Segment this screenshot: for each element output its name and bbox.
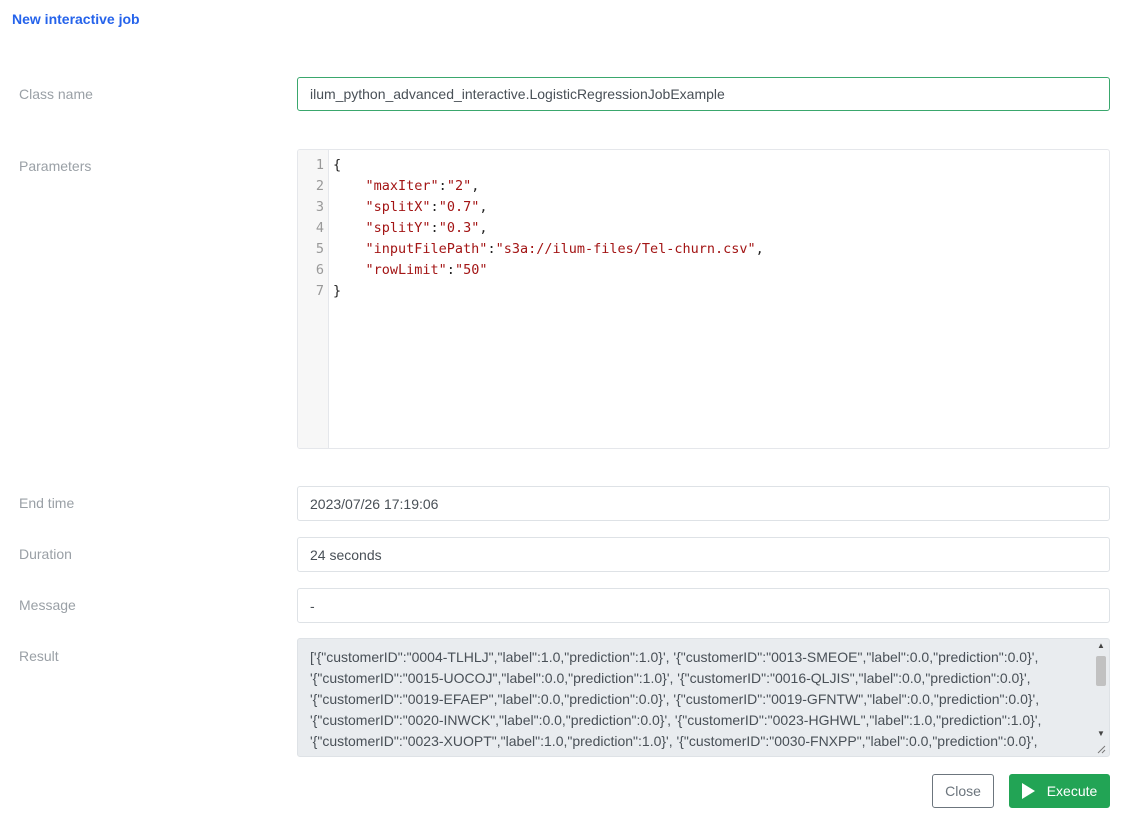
line-number: 5 [315,241,324,257]
close-button[interactable]: Close [932,774,994,808]
page-title: New interactive job [12,11,140,27]
end-time-field[interactable]: 2023/07/26 17:19:06 [297,486,1110,521]
code-token-key: "rowLimit" [365,262,447,278]
code-token-key: "maxIter" [365,178,439,194]
code-token-pre [333,262,366,278]
code-token-sep: : [446,262,455,278]
duration-value: 24 seconds [310,546,382,563]
message-value: - [310,597,315,614]
result-text: ['{"customerID":"0004-TLHLJ","label":1.0… [310,649,1042,756]
resize-grip-icon[interactable] [1096,744,1106,754]
code-line: "maxIter":"2", [333,178,480,194]
code-line: "splitY":"0.3", [333,220,488,236]
result-textarea[interactable]: ['{"customerID":"0004-TLHLJ","label":1.0… [297,638,1110,757]
code-line: { [333,157,341,173]
code-token-key: "splitX" [365,199,431,215]
code-line: "inputFilePath":"s3a://ilum-files/Tel-ch… [333,241,764,257]
code-token-sep: : [438,178,447,194]
code-token-post: , [479,199,488,215]
code-token-sep: : [487,241,496,257]
parameters-label: Parameters [19,158,92,174]
code-token-pre [333,241,366,257]
execute-button-label: Execute [1046,783,1098,799]
class-name-value: ilum_python_advanced_interactive.Logisti… [310,86,725,102]
code-token-key: "inputFilePath" [365,241,488,257]
code-token-sep: : [430,220,439,236]
execute-button[interactable]: Execute [1009,774,1110,808]
result-label: Result [19,648,59,664]
code-token-pre [333,178,366,194]
code-token-val: "0.3" [438,220,480,236]
duration-label: Duration [19,546,72,562]
play-icon [1021,783,1035,799]
close-button-label: Close [945,783,981,799]
code-line: "splitX":"0.7", [333,199,488,215]
line-number: 6 [315,262,324,278]
code-line: } [333,283,341,299]
class-name-input[interactable]: ilum_python_advanced_interactive.Logisti… [297,77,1110,111]
code-token-pre [333,199,366,215]
code-token-pre: } [333,283,342,299]
code-token-val: "50" [454,262,488,278]
arrow-down-icon[interactable]: ▼ [1095,729,1107,739]
line-number: 7 [315,283,324,299]
message-label: Message [19,597,76,613]
arrow-up-icon[interactable]: ▲ [1095,641,1107,651]
code-token-post: , [479,220,488,236]
end-time-value: 2023/07/26 17:19:06 [310,495,439,512]
line-number: 4 [315,220,324,236]
class-name-label: Class name [19,86,93,102]
code-token-val: "0.7" [438,199,480,215]
scrollbar-thumb[interactable] [1096,656,1106,686]
code-token-pre [333,220,366,236]
code-token-sep: : [430,199,439,215]
code-token-val: "s3a://ilum-files/Tel-churn.csv" [495,241,756,257]
code-token-val: "2" [446,178,472,194]
line-number: 1 [315,157,324,173]
line-number: 2 [315,178,324,194]
end-time-label: End time [19,495,75,511]
code-line: "rowLimit":"50" [333,262,488,278]
line-number-gutter: 1 2 3 4 5 6 7 [298,150,329,448]
result-scrollbar[interactable]: ▲ ▼ [1095,641,1107,755]
message-field[interactable]: - [297,588,1110,623]
parameters-code-editor[interactable]: 1234567 { "maxIter":"2", "splitX":"0.7",… [297,149,1110,449]
code-token-key: "splitY" [365,220,431,236]
code-token-post: , [755,241,764,257]
duration-field[interactable]: 24 seconds [297,537,1110,572]
line-number: 3 [315,199,324,215]
code-token-post: , [471,178,480,194]
code-token-pre: { [333,157,342,173]
